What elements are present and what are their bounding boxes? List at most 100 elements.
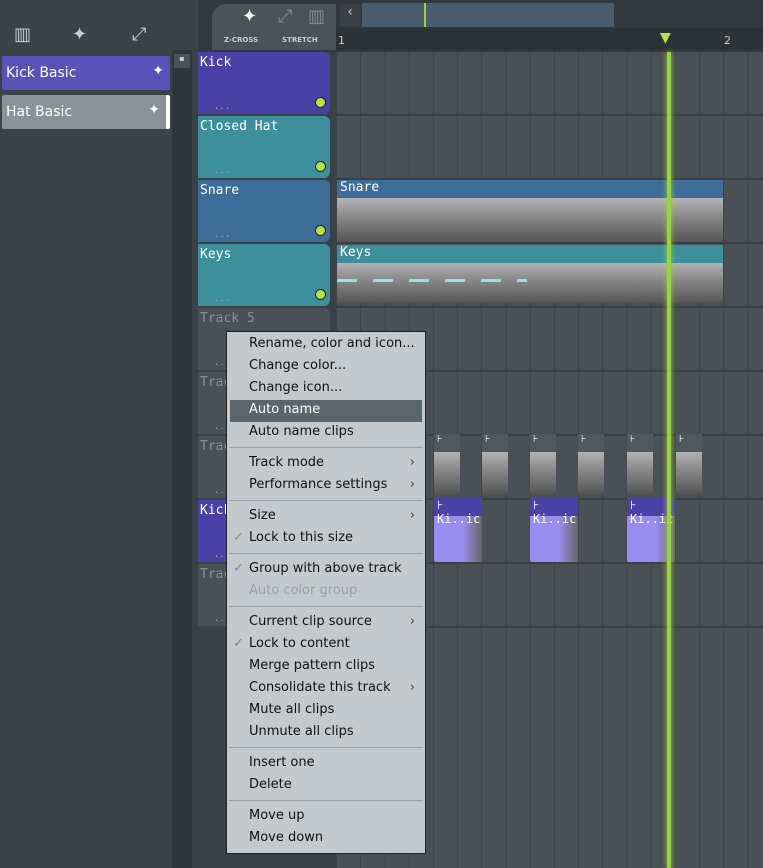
menu-item-mute-all-clips[interactable]: Mute all clips	[227, 700, 425, 722]
menu-separator	[229, 500, 423, 501]
menu-item-current-clip-source[interactable]: Current clip source ›	[227, 612, 425, 634]
track-header[interactable]: Kick...	[198, 52, 330, 114]
menu-item-label: Auto name clips	[249, 424, 354, 439]
track-options[interactable]: ...	[214, 166, 230, 176]
menu-item-move-down[interactable]: Move down	[227, 828, 425, 850]
playhead-marker-icon[interactable]: ▼	[660, 30, 671, 46]
channel-hat-basic[interactable]: Hat Basic ✦	[2, 95, 170, 129]
stretch-toggle[interactable]: STRETCH	[282, 36, 318, 44]
chevron-right-icon: ›	[409, 680, 415, 695]
menu-item-label: Consolidate this track	[249, 680, 391, 695]
clip-hat[interactable]: ⊦	[530, 434, 556, 494]
channel-label: Kick Basic	[6, 65, 77, 81]
menu-item-label: Insert one	[249, 755, 315, 770]
track-options[interactable]: ...	[214, 230, 230, 240]
zcross-toggle[interactable]: Z-CROSS	[224, 36, 258, 44]
clip-snare[interactable]: Snare	[337, 180, 723, 242]
menu-item-change-icon[interactable]: Change icon...	[227, 378, 425, 400]
menu-item-lock-to-this-size[interactable]: ✓ Lock to this size	[227, 528, 425, 550]
chevron-right-icon: ›	[409, 477, 415, 492]
menu-item-track-mode[interactable]: Track mode ›	[227, 453, 425, 475]
clip-kick[interactable]: ⊦ Ki..ic	[530, 498, 578, 562]
track-header[interactable]: Closed Hat...	[198, 116, 330, 178]
track-header[interactable]: Snare...	[198, 180, 330, 242]
track-enable-led[interactable]	[315, 289, 326, 300]
menu-item-group-with-above-track[interactable]: ✓ Group with above track	[227, 559, 425, 581]
clip-hat[interactable]: ⊦	[627, 434, 653, 494]
waveform-icon[interactable]: ✦	[72, 24, 87, 45]
menu-item-label: Track mode	[249, 455, 325, 470]
menu-item-merge-pattern-clips[interactable]: Merge pattern clips	[227, 656, 425, 678]
piano-icon[interactable]: ▥	[14, 24, 31, 45]
playlist-overview[interactable]	[362, 3, 614, 27]
browser-scrollbar[interactable]: ▪	[172, 50, 192, 868]
menu-item-insert-one[interactable]: Insert one	[227, 753, 425, 775]
menu-item-label: Unmute all clips	[249, 724, 354, 739]
automation-icon[interactable]: ⤢	[278, 6, 292, 27]
menu-item-label: Current clip source	[249, 614, 372, 629]
clip-kick[interactable]: ⊦ Ki..ic	[434, 498, 482, 562]
menu-item-delete[interactable]: Delete	[227, 775, 425, 797]
menu-separator	[229, 553, 423, 554]
menu-item-rename-color-and-icon[interactable]: Rename, color and icon...	[227, 334, 425, 356]
menu-item-size[interactable]: Size ›	[227, 506, 425, 528]
track-name: Keys	[200, 247, 232, 262]
track-divider	[336, 114, 763, 116]
chevron-left-icon[interactable]: ‹	[340, 4, 360, 26]
menu-item-label: Lock to content	[249, 636, 350, 651]
clip-title: Ki..ic	[437, 512, 481, 526]
bar-label: 1	[338, 34, 345, 47]
channel-kick-basic[interactable]: Kick Basic ✦	[2, 56, 170, 90]
chevron-right-icon: ›	[409, 614, 415, 629]
track-enable-led[interactable]	[315, 97, 326, 108]
menu-item-label: Auto name	[249, 402, 321, 417]
scroll-button[interactable]: ▪	[174, 54, 190, 68]
clip-keys[interactable]: Keys	[337, 245, 723, 303]
menu-item-change-color[interactable]: Change color...	[227, 356, 425, 378]
menu-item-unmute-all-clips[interactable]: Unmute all clips	[227, 722, 425, 744]
check-icon: ✓	[233, 636, 244, 651]
clip-title: Ki..ic	[533, 512, 577, 526]
menu-item-label: Move down	[249, 830, 324, 845]
chevron-right-icon: ›	[409, 508, 415, 523]
check-icon: ✓	[233, 561, 244, 576]
clip-hat[interactable]: ⊦	[482, 434, 508, 494]
track-options[interactable]: ...	[214, 102, 230, 112]
menu-item-label: Lock to this size	[249, 530, 354, 545]
menu-item-label: Performance settings	[249, 477, 388, 492]
piano-icon[interactable]: ▥	[308, 6, 325, 27]
menu-item-label: Auto color group	[249, 583, 358, 598]
track-header[interactable]: Keys...	[198, 244, 330, 306]
track-divider	[336, 242, 763, 244]
track-enable-led[interactable]	[315, 161, 326, 172]
automation-icon[interactable]: ⤢	[132, 24, 146, 45]
menu-item-label: Merge pattern clips	[249, 658, 376, 673]
menu-item-auto-name[interactable]: Auto name	[230, 400, 422, 422]
menu-item-label: Move up	[249, 808, 305, 823]
track-name: Snare	[200, 183, 240, 198]
clip-hat[interactable]: ⊦	[676, 434, 702, 494]
menu-item-auto-name-clips[interactable]: Auto name clips	[227, 422, 425, 444]
menu-item-label: Mute all clips	[249, 702, 335, 717]
check-icon: ✓	[233, 530, 244, 545]
waveform-icon[interactable]: ✦	[242, 6, 257, 27]
menu-item-auto-color-group: Auto color group	[227, 581, 425, 603]
playlist-tabs: ✦ ⤢ ▥ Z-CROSS STRETCH	[212, 4, 336, 50]
channel-browser: ▥ ✦ ⤢ Kick Basic ✦ Hat Basic ✦	[0, 0, 172, 868]
track-enable-led[interactable]	[315, 225, 326, 236]
chevron-right-icon: ›	[409, 455, 415, 470]
track-context-menu: Rename, color and icon... Change color...…	[226, 331, 426, 854]
track-name: Track 5	[200, 311, 255, 326]
menu-item-consolidate-this-track[interactable]: Consolidate this track ›	[227, 678, 425, 700]
menu-item-performance-settings[interactable]: Performance settings ›	[227, 475, 425, 497]
playhead[interactable]	[667, 52, 671, 868]
menu-item-label: Delete	[249, 777, 292, 792]
clip-hat[interactable]: ⊦	[434, 434, 460, 494]
menu-item-move-up[interactable]: Move up	[227, 806, 425, 828]
track-name: Kick	[200, 55, 232, 70]
track-options[interactable]: ...	[214, 294, 230, 304]
waveform-icon: ✦	[152, 63, 164, 79]
timeline-ruler[interactable]: 1 2 ▼	[336, 28, 763, 50]
clip-hat[interactable]: ⊦	[578, 434, 604, 494]
menu-item-lock-to-content[interactable]: ✓ Lock to content	[227, 634, 425, 656]
